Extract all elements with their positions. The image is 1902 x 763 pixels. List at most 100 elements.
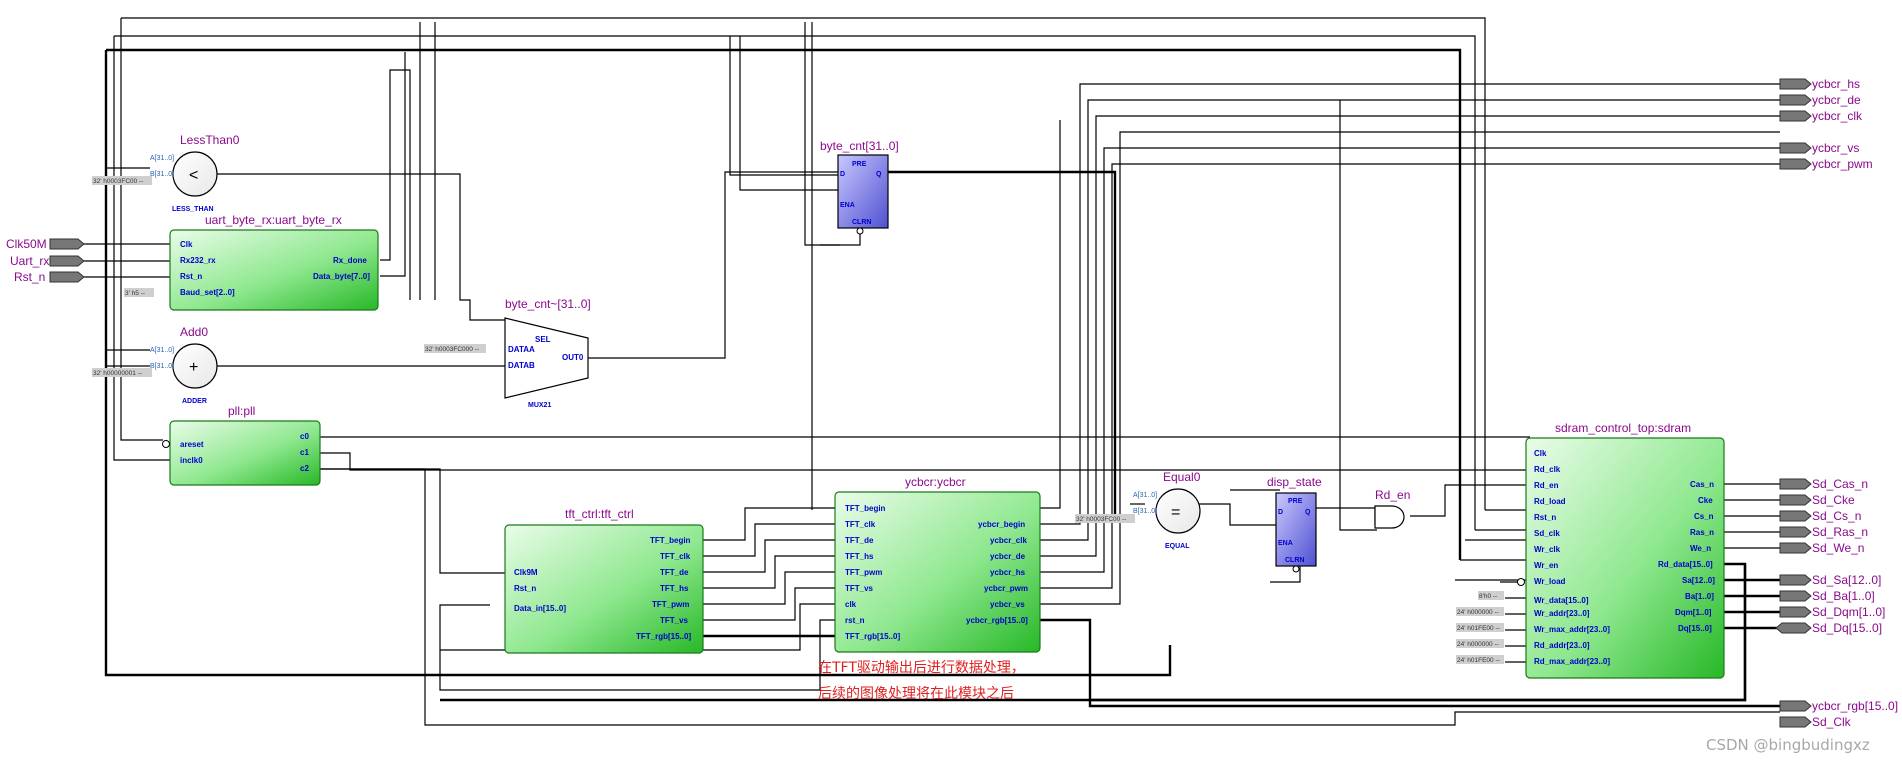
pin-sd-ba: Sd_Ba[1..0]	[1812, 589, 1875, 603]
sdram-in-2: Rd_en	[1534, 481, 1559, 490]
adder-title: Add0	[180, 325, 208, 339]
tft-out-2: TFT_de	[660, 568, 689, 577]
ycbcr-in-5: TFT_vs	[845, 584, 874, 593]
mux21: byte_cnt~[31..0] SEL DATAA DATAB OUT0 MU…	[424, 297, 591, 409]
ycbcr-in-6: clk	[845, 600, 857, 609]
tft-in-0: Clk9M	[514, 568, 538, 577]
adder-port-b: B[31..0]	[150, 363, 174, 370]
equal-title: Equal0	[1163, 470, 1201, 484]
byte-cnt-pre: PRE	[852, 161, 867, 168]
pin-ycbcr-vs: ycbcr_vs	[1812, 141, 1859, 155]
tft-out-4: TFT_pwm	[652, 600, 689, 609]
output-pins-right: Sd_Cas_n Sd_Cke Sd_Cs_n Sd_Ras_n Sd_We_n…	[1775, 477, 1885, 635]
pll-module: pll:pll areset inclk0 c0 c1 c2	[162, 404, 321, 486]
sdram-const-1: 24' h000000 --	[1457, 609, 1499, 616]
tft-out-6: TFT_rgb[15..0]	[636, 632, 691, 641]
pin-sd-cke: Sd_Cke	[1812, 493, 1855, 507]
sdram-out-1: Cke	[1698, 496, 1713, 505]
note-line-2: 后续的图像处理将在此模块之后	[818, 685, 1014, 702]
sdram-const-4: 24' h01FE00 --	[1457, 657, 1500, 664]
tft-out-1: TFT_clk	[660, 552, 691, 561]
sdram-in-11: Wr_max_addr[23..0]	[1534, 625, 1610, 634]
ycbcr-in-4: TFT_pwm	[845, 568, 882, 577]
ycbcr-module: ycbcr:ycbcr TFT_begin TFT_clk TFT_de TFT…	[834, 475, 1041, 653]
tft-ctrl-module: tft_ctrl:tft_ctrl Clk9M Rst_n Data_in[15…	[504, 507, 704, 654]
mux-title: byte_cnt~[31..0]	[505, 297, 591, 311]
less-than-symbol: <	[189, 167, 198, 184]
pll-out-2: c2	[300, 464, 309, 473]
output-pins-bottom: ycbcr_rgb[15..0] Sd_Clk	[1779, 699, 1898, 729]
pll-in-0: areset	[180, 440, 204, 449]
uart-const: 3' h5 --	[125, 290, 145, 297]
sdram-in-3: Rd_load	[1534, 497, 1566, 506]
less-than-port-a: A[31..0]	[150, 155, 174, 162]
uart-out-1: Data_byte[7..0]	[313, 272, 370, 281]
less-than-port-b: B[31..0]	[150, 171, 174, 178]
tft-out-0: TFT_begin	[650, 536, 691, 545]
sdram-in-4: Rst_n	[1534, 513, 1556, 522]
pll-out-0: c0	[300, 432, 309, 441]
adder: Add0 + A[31..0] B[31..0] ADDER 32' h0000…	[92, 325, 218, 405]
output-pins-top: ycbcr_hs ycbcr_de ycbcr_clk ycbcr_vs ycb…	[1779, 77, 1873, 171]
pin-sd-dqm: Sd_Dqm[1..0]	[1812, 605, 1885, 619]
ycbcr-out-4: ycbcr_pwm	[984, 584, 1028, 593]
tft-out-3: TFT_hs	[660, 584, 689, 593]
pin-ycbcr-hs: ycbcr_hs	[1812, 77, 1860, 91]
sdram-in-9: Wr_data[15..0]	[1534, 596, 1589, 605]
ycbcr-in-7: rst_n	[845, 616, 865, 625]
ycbcr-out-0: ycbcr_begin	[978, 520, 1025, 529]
ycbcr-out-2: ycbcr_de	[990, 552, 1026, 561]
less-than-subtitle: LESS_THAN	[172, 206, 214, 213]
sdram-in-8: Wr_load	[1534, 577, 1566, 586]
uart-title: uart_byte_rx:uart_byte_rx	[205, 213, 342, 227]
adder-const: 32' h00000001 --	[93, 370, 142, 377]
sdram-const-2: 24' h01FE00 --	[1457, 625, 1500, 632]
sdram-title: sdram_control_top:sdram	[1555, 421, 1691, 435]
disp-state-title: disp_state	[1267, 475, 1322, 489]
less-than-title: LessThan0	[180, 133, 240, 147]
byte-cnt-d: D	[840, 171, 845, 178]
ycbcr-in-8: TFT_rgb[15..0]	[845, 632, 900, 641]
equal-port-a: A[31..0]	[1133, 492, 1157, 499]
pin-ycbcr-de: ycbcr_de	[1812, 93, 1861, 107]
pin-sd-dq: Sd_Dq[15..0]	[1812, 621, 1882, 635]
pin-sd-cs-n: Sd_Cs_n	[1812, 509, 1861, 523]
sdram-const-3: 24' h000000 --	[1457, 641, 1499, 648]
pin-sd-cas-n: Sd_Cas_n	[1812, 477, 1868, 491]
annotation-note: 在TFT驱动输出后进行数据处理， 后续的图像处理将在此模块之后	[818, 660, 1025, 702]
uart-in-2: Rst_n	[180, 272, 202, 281]
byte-cnt-register: byte_cnt[31..0] PRE D Q ENA CLRN	[820, 139, 899, 235]
sdram-in-1: Rd_clk	[1534, 465, 1561, 474]
uart-in-0: Clk	[180, 240, 193, 249]
rd-en-and-gate: Rd_en	[1374, 488, 1410, 529]
sdram-out-7: Ba[1..0]	[1685, 592, 1714, 601]
sdram-in-13: Rd_max_addr[23..0]	[1534, 657, 1610, 666]
disp-state-pre: PRE	[1288, 498, 1303, 505]
tft-in-1: Rst_n	[514, 584, 536, 593]
rtl-schematic: LessThan0 < A[31..0] B[31..0] LESS_THAN …	[6, 17, 1898, 754]
ycbcr-out-5: ycbcr_vs	[990, 600, 1025, 609]
ycbcr-title: ycbcr:ycbcr	[905, 475, 966, 489]
pin-uart-rx: Uart_rx	[10, 254, 49, 268]
byte-cnt-q: Q	[876, 171, 882, 178]
note-line-1: 在TFT驱动输出后进行数据处理，	[818, 660, 1025, 676]
equal-symbol: =	[1171, 504, 1180, 521]
ycbcr-in-0: TFT_begin	[845, 504, 886, 513]
ycbcr-in-3: TFT_hs	[845, 552, 874, 561]
uart-in-3: Baud_set[2..0]	[180, 288, 235, 297]
disp-state-d: D	[1278, 509, 1283, 516]
sdram-out-3: Ras_n	[1690, 528, 1714, 537]
mux-dataa: DATAA	[508, 345, 535, 354]
sdram-out-0: Cas_n	[1690, 480, 1714, 489]
ycbcr-in-2: TFT_de	[845, 536, 874, 545]
pin-sd-sa: Sd_Sa[12..0]	[1812, 573, 1881, 587]
tft-title: tft_ctrl:tft_ctrl	[565, 507, 634, 521]
pin-sd-clk: Sd_Clk	[1812, 715, 1852, 729]
pll-title: pll:pll	[228, 404, 255, 418]
tft-in-2: Data_in[15..0]	[514, 604, 566, 613]
equal-port-b: B[31..0]	[1133, 508, 1157, 515]
pin-clk50m: Clk50M	[6, 237, 47, 251]
adder-symbol: +	[189, 359, 198, 376]
sdram-control-module: sdram_control_top:sdram Clk Rd_clk Rd_en…	[1456, 421, 1725, 679]
pin-sd-we-n: Sd_We_n	[1812, 541, 1864, 555]
